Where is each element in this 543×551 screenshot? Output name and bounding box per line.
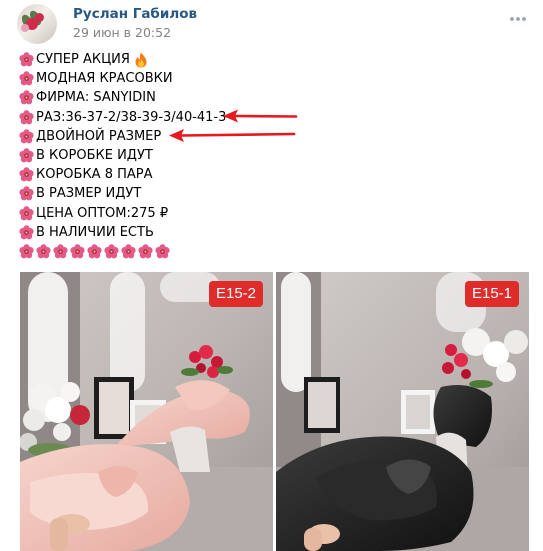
photo-black-slide[interactable]: E15-1 — [276, 272, 529, 551]
arrow-left-icon — [169, 129, 296, 142]
post-line: В РАЗМЕР ИДУТ — [19, 184, 226, 203]
hibiscus-icon — [19, 52, 34, 67]
post-line-text: В НАЛИЧИИ ЕСТЬ — [36, 224, 154, 240]
hibiscus-icon — [155, 244, 170, 259]
hibiscus-icon — [19, 186, 34, 201]
hibiscus-icon — [19, 148, 34, 163]
post-line: СУПЕР АКЦИЯ — [19, 50, 226, 69]
post-line-text: В КОРОБКЕ ИДУТ — [36, 147, 153, 163]
hibiscus-icon — [104, 244, 119, 259]
post-line: РАЗ:36-37-2/38-39-3/40-41-3 — [19, 108, 226, 127]
hibiscus-icon — [19, 129, 34, 144]
author-name[interactable]: Руслан Габилов — [73, 6, 197, 22]
post-line-text: ФИРМА: SANYIDIN — [36, 90, 156, 106]
wall-post: Руслан Габилов 29 июн в 20:52 СУПЕР АКЦИ… — [0, 0, 543, 551]
hibiscus-icon — [121, 244, 136, 259]
post-line: МОДНАЯ КРАСОВКИ — [19, 69, 226, 88]
more-icon[interactable] — [509, 12, 527, 26]
hibiscus-icon — [19, 167, 34, 182]
post-line-text: ДВОЙНОЙ РАЗМЕР — [36, 128, 162, 144]
post-line: ЦЕНА ОПТОМ:275 ₽ — [19, 204, 226, 223]
post-line-text: СУПЕР АКЦИЯ — [36, 52, 130, 67]
emoji-row — [19, 242, 226, 261]
post-line: ФИРМА: SANYIDIN — [19, 88, 226, 107]
post-line: КОРОБКА 8 ПАРА — [19, 165, 226, 184]
hibiscus-icon — [36, 244, 51, 259]
hibiscus-icon — [138, 244, 153, 259]
hibiscus-icon — [19, 90, 34, 105]
post-text: СУПЕР АКЦИЯ МОДНАЯ КРАСОВКИ ФИРМА: SANYI… — [19, 50, 226, 261]
hibiscus-icon — [19, 224, 34, 240]
post-line: В НАЛИЧИИ ЕСТЬ — [19, 223, 226, 242]
photo-label: E15-1 — [464, 281, 519, 307]
hibiscus-icon — [19, 205, 34, 221]
hibiscus-icon — [19, 71, 34, 86]
avatar[interactable] — [17, 4, 57, 44]
hibiscus-icon — [19, 244, 34, 259]
post-line-text: КОРОБКА 8 ПАРА — [36, 167, 153, 183]
hibiscus-icon — [87, 244, 102, 259]
post-line-text: РАЗ:36-37-2/38-39-3/40-41-3 — [36, 109, 227, 125]
photo-label: E15-2 — [208, 281, 263, 307]
arrow-left-icon — [223, 109, 298, 123]
post-line-text: В РАЗМЕР ИДУТ — [36, 186, 142, 202]
fire-icon — [134, 52, 148, 68]
hibiscus-icon — [19, 109, 34, 125]
post-line-text: ЦЕНА ОПТОМ:275 ₽ — [36, 205, 169, 221]
post-date[interactable]: 29 июн в 20:52 — [73, 25, 171, 40]
photo-pink-slide[interactable]: E15-2 — [20, 272, 273, 551]
hibiscus-icon — [53, 244, 68, 259]
post-line: В КОРОБКЕ ИДУТ — [19, 146, 226, 165]
hibiscus-icon — [70, 244, 85, 259]
post-line-text: МОДНАЯ КРАСОВКИ — [36, 71, 173, 87]
